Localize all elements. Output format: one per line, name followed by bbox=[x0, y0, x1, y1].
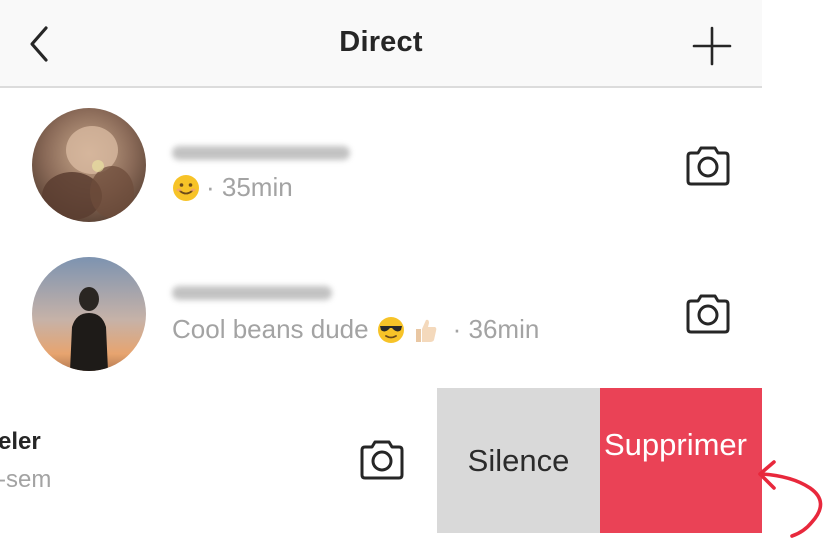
delete-button[interactable]: Supprimer bbox=[600, 388, 762, 533]
plus-icon bbox=[692, 26, 732, 66]
header-bar: Direct bbox=[0, 0, 762, 88]
message-preview: · 35min bbox=[172, 172, 293, 203]
avatar[interactable] bbox=[32, 257, 146, 371]
camera-icon bbox=[686, 146, 730, 186]
avatar[interactable] bbox=[32, 108, 146, 222]
thread-row[interactable]: Cool beans dude · 36min bbox=[0, 252, 762, 382]
camera-button[interactable] bbox=[358, 438, 406, 482]
camera-icon bbox=[360, 440, 404, 480]
username-blurred bbox=[172, 146, 350, 160]
thread-username-partial: eler bbox=[0, 428, 41, 455]
page-title: Direct bbox=[339, 26, 423, 58]
thread-meta-partial: -sem bbox=[0, 466, 52, 493]
message-time: · 35min bbox=[206, 172, 293, 202]
camera-icon bbox=[686, 294, 730, 334]
smiling-face-emoji bbox=[173, 174, 199, 201]
thumbs-up-emoji bbox=[415, 319, 436, 342]
camera-button[interactable] bbox=[684, 144, 732, 188]
direct-screen: Direct · 35min Cool beans dude · 36min e… bbox=[0, 0, 762, 541]
camera-button[interactable] bbox=[684, 292, 732, 336]
curved-arrow-icon bbox=[758, 460, 823, 538]
message-text: Cool beans dude bbox=[172, 314, 369, 344]
username-blurred bbox=[172, 286, 332, 300]
new-message-button[interactable] bbox=[688, 22, 736, 70]
message-time: · 36min bbox=[452, 314, 540, 344]
message-preview: Cool beans dude · 36min bbox=[172, 314, 539, 345]
thread-row[interactable]: · 35min bbox=[0, 94, 762, 224]
sunglasses-emoji bbox=[377, 316, 404, 343]
silence-button[interactable]: Silence bbox=[437, 388, 600, 533]
